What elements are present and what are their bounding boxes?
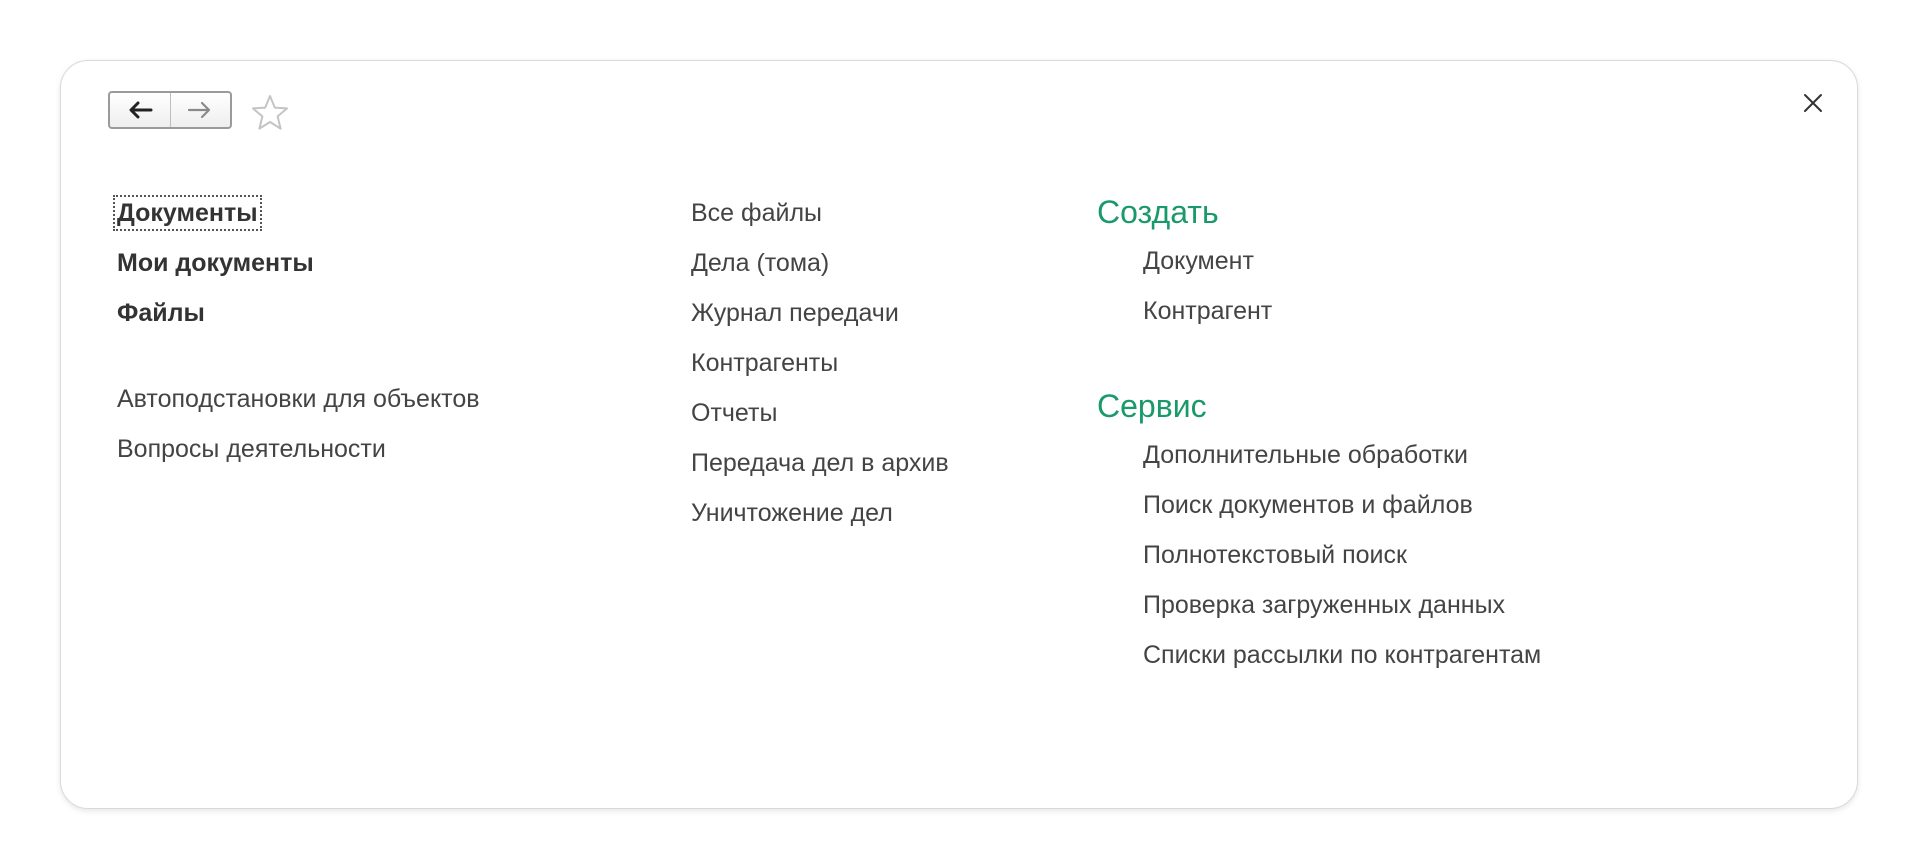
- back-button[interactable]: [110, 93, 170, 127]
- link-case-destruction[interactable]: Уничтожение дел: [691, 488, 949, 538]
- star-outline-icon: [252, 95, 288, 130]
- close-button[interactable]: [1795, 85, 1831, 121]
- link-create-document[interactable]: Документ: [1097, 236, 1541, 286]
- link-my-documents[interactable]: Мои документы: [117, 238, 480, 288]
- link-create-counterparty[interactable]: Контрагент: [1097, 286, 1541, 336]
- column-lists: Все файлы Дела (тома) Журнал передачи Ко…: [691, 188, 949, 538]
- link-check-loaded-data[interactable]: Проверка загруженных данных: [1097, 580, 1541, 630]
- link-search-documents-files[interactable]: Поиск документов и файлов: [1097, 480, 1541, 530]
- favorite-button[interactable]: [248, 91, 292, 135]
- link-all-files[interactable]: Все файлы: [691, 188, 949, 238]
- link-mailing-lists[interactable]: Списки рассылки по контрагентам: [1097, 630, 1541, 680]
- link-additional-processing[interactable]: Дополнительные обработки: [1097, 430, 1541, 480]
- link-documents[interactable]: Документы: [113, 188, 480, 238]
- link-files[interactable]: Файлы: [117, 288, 480, 338]
- link-fulltext-search[interactable]: Полнотекстовый поиск: [1097, 530, 1541, 580]
- link-auto-substitutions[interactable]: Автоподстановки для объектов: [117, 374, 480, 424]
- link-counterparties[interactable]: Контрагенты: [691, 338, 949, 388]
- column-create-service: Создать Документ Контрагент Сервис Допол…: [1097, 188, 1541, 680]
- close-icon: [1804, 94, 1822, 112]
- forward-button[interactable]: [169, 93, 231, 127]
- link-transfer-journal[interactable]: Журнал передачи: [691, 288, 949, 338]
- link-reports[interactable]: Отчеты: [691, 388, 949, 438]
- section-panel: Документы Мои документы Файлы Автоподста…: [60, 60, 1858, 809]
- arrow-left-icon: [129, 101, 153, 119]
- link-activity-questions[interactable]: Вопросы деятельности: [117, 424, 480, 474]
- link-cases-volumes[interactable]: Дела (тома): [691, 238, 949, 288]
- section-title-create: Создать: [1097, 194, 1219, 230]
- column-main-sections: Документы Мои документы Файлы Автоподста…: [113, 188, 480, 474]
- section-title-service: Сервис: [1097, 388, 1207, 424]
- history-nav-group: [108, 91, 232, 129]
- link-archive-transfer[interactable]: Передача дел в архив: [691, 438, 949, 488]
- arrow-right-icon: [188, 101, 211, 119]
